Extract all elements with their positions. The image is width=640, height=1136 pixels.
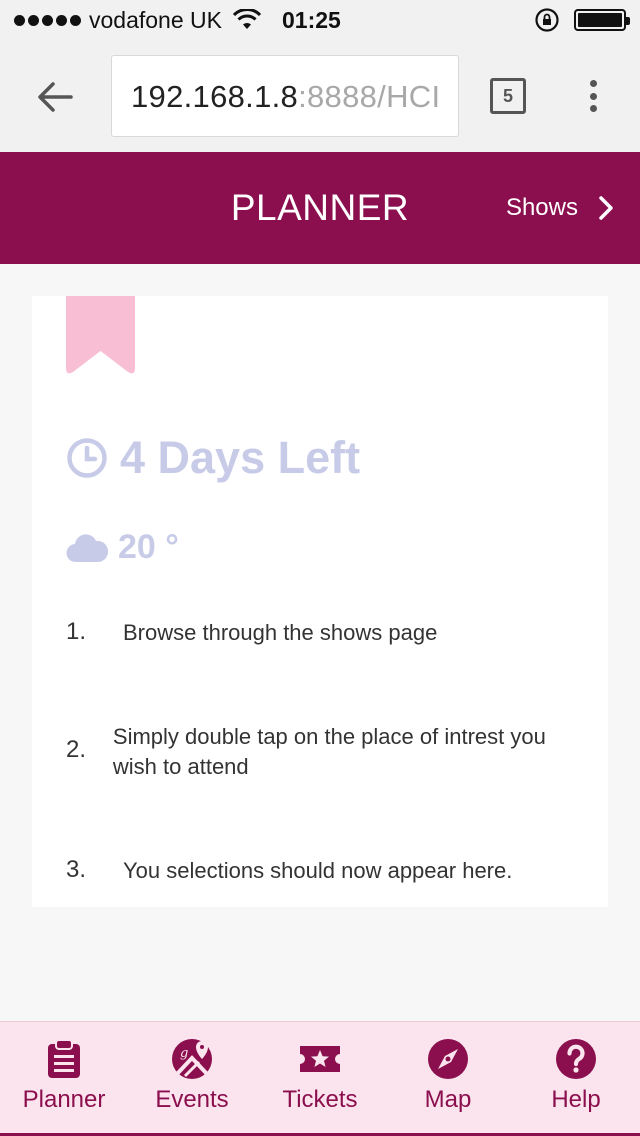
- events-icon: g: [172, 1039, 212, 1079]
- battery-icon: [574, 9, 630, 31]
- shows-nav-link[interactable]: Shows: [506, 152, 614, 264]
- wifi-icon: [232, 9, 262, 29]
- list-item: 3. You selections should now appear here…: [66, 856, 586, 886]
- url-field[interactable]: 192.168.1.8:8888/HCI: [111, 55, 459, 137]
- chevron-right-icon: [599, 196, 613, 220]
- step-number: 3.: [66, 856, 87, 883]
- bottom-tab-bar: Planner g Events Tickets Map Help: [0, 1021, 640, 1136]
- status-time: 01:25: [281, 6, 341, 33]
- help-icon: [556, 1039, 596, 1079]
- step-number: 1.: [66, 618, 87, 645]
- weather-row: 20 °: [66, 528, 179, 567]
- planner-card: 4 Days Left 20 ° 1. Browse through the s…: [32, 296, 608, 907]
- temperature-text: 20 °: [118, 528, 179, 566]
- tab-label: Events: [155, 1086, 229, 1113]
- tab-label: Map: [424, 1086, 472, 1113]
- app-header: PLANNER Shows: [0, 152, 640, 264]
- compass-icon: [428, 1039, 468, 1079]
- browser-menu-button[interactable]: [580, 76, 606, 116]
- back-button[interactable]: [32, 74, 78, 120]
- cloud-icon: [66, 533, 108, 562]
- tab-switcher-button[interactable]: 5: [490, 78, 526, 114]
- signal-strength-icon: [14, 14, 81, 26]
- tab-map[interactable]: Map: [384, 1022, 512, 1133]
- svg-text:g: g: [180, 1046, 188, 1061]
- tab-events[interactable]: g Events: [128, 1022, 256, 1133]
- tab-label: Help: [551, 1086, 601, 1113]
- ticket-icon: [300, 1046, 340, 1072]
- shows-link-label: Shows: [505, 194, 578, 221]
- bookmark-icon: [66, 296, 135, 374]
- tab-planner[interactable]: Planner: [0, 1022, 128, 1133]
- tab-label: Tickets: [282, 1086, 358, 1113]
- clipboard-icon: [48, 1039, 80, 1078]
- browser-toolbar: 192.168.1.8:8888/HCI 5: [0, 40, 640, 152]
- rotation-lock-icon: [535, 8, 559, 32]
- tab-label: Planner: [22, 1086, 106, 1113]
- status-bar: vodafone UK 01:25: [0, 0, 640, 40]
- step-text: Simply double tap on the place of intres…: [112, 724, 546, 779]
- list-item: 1. Browse through the shows page: [66, 618, 586, 648]
- step-number: 2.: [66, 736, 87, 763]
- step-text: You selections should now appear here.: [123, 858, 513, 883]
- days-left-row: 4 Days Left: [66, 432, 360, 484]
- url-path: :8888/HCI: [298, 79, 441, 114]
- tab-help[interactable]: Help: [512, 1022, 640, 1133]
- step-text: Browse through the shows page: [123, 620, 438, 645]
- arrow-left-icon: [38, 82, 73, 112]
- clock-icon: [67, 438, 107, 478]
- carrier-name: vodafone UK: [89, 6, 222, 33]
- tab-tickets[interactable]: Tickets: [256, 1022, 384, 1133]
- url-host: 192.168.1.8: [131, 79, 299, 114]
- list-item: 2. Simply double tap on the place of int…: [66, 722, 586, 782]
- days-left-text: 4 Days Left: [120, 432, 361, 483]
